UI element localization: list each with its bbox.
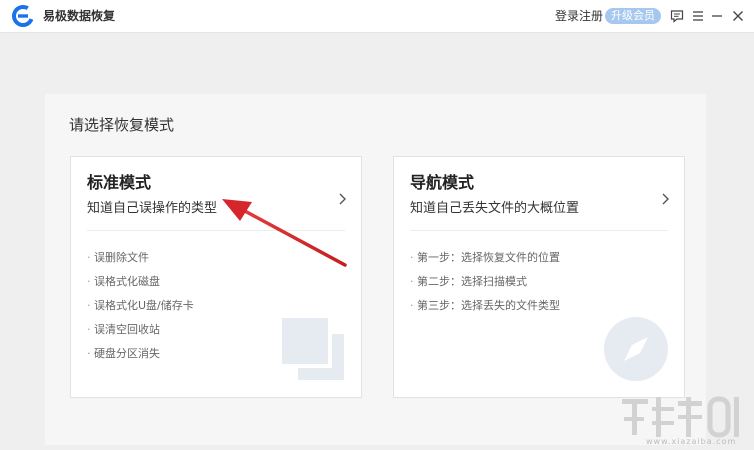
title-bar: 易极数据恢复 登录注册 升级会员 [0, 0, 754, 33]
upgrade-vip-button[interactable]: 升级会员 [605, 8, 661, 24]
feedback-icon[interactable] [669, 8, 685, 24]
app-title: 易极数据恢复 [43, 9, 116, 23]
chevron-right-icon [337, 191, 347, 205]
list-item: 硬盘分区消失 [87, 342, 194, 366]
copy-squares-icon [280, 316, 346, 382]
list-item: 第一步：选择恢复文件的位置 [410, 246, 560, 270]
compass-icon [603, 316, 669, 382]
watermark-url: www.xiazaiba.com [646, 437, 737, 446]
login-register-link[interactable]: 登录注册 [555, 8, 603, 24]
card-subtitle: 知道自己丢失文件的大概位置 [410, 201, 580, 216]
list-item: 第二步：选择扫描模式 [410, 270, 560, 294]
card-title: 导航模式 [410, 173, 475, 192]
list-item: 误格式化磁盘 [87, 270, 194, 294]
standard-mode-card[interactable]: 标准模式 知道自己误操作的类型 误删除文件 误格式化磁盘 误格式化U盘/储存卡 … [70, 156, 362, 398]
menu-icon[interactable] [690, 8, 706, 24]
minimize-icon[interactable] [709, 8, 725, 24]
list-item: 第三步：选择丢失的文件类型 [410, 294, 560, 318]
divider [410, 230, 668, 231]
card-subtitle: 知道自己误操作的类型 [87, 201, 218, 216]
card-title: 标准模式 [87, 173, 152, 192]
list-item: 误删除文件 [87, 246, 194, 270]
divider [87, 230, 345, 231]
feature-list: 误删除文件 误格式化磁盘 误格式化U盘/储存卡 误清空回收站 硬盘分区消失 [87, 246, 194, 366]
step-list: 第一步：选择恢复文件的位置 第二步：选择扫描模式 第三步：选择丢失的文件类型 [410, 246, 560, 318]
app-logo-icon [12, 5, 34, 27]
list-item: 误格式化U盘/储存卡 [87, 294, 194, 318]
panel-title: 请选择恢复模式 [69, 116, 175, 134]
close-icon[interactable] [730, 8, 746, 24]
chevron-right-icon [660, 191, 670, 205]
list-item: 误清空回收站 [87, 318, 194, 342]
navigation-mode-card[interactable]: 导航模式 知道自己丢失文件的大概位置 第一步：选择恢复文件的位置 第二步：选择扫… [393, 156, 685, 398]
